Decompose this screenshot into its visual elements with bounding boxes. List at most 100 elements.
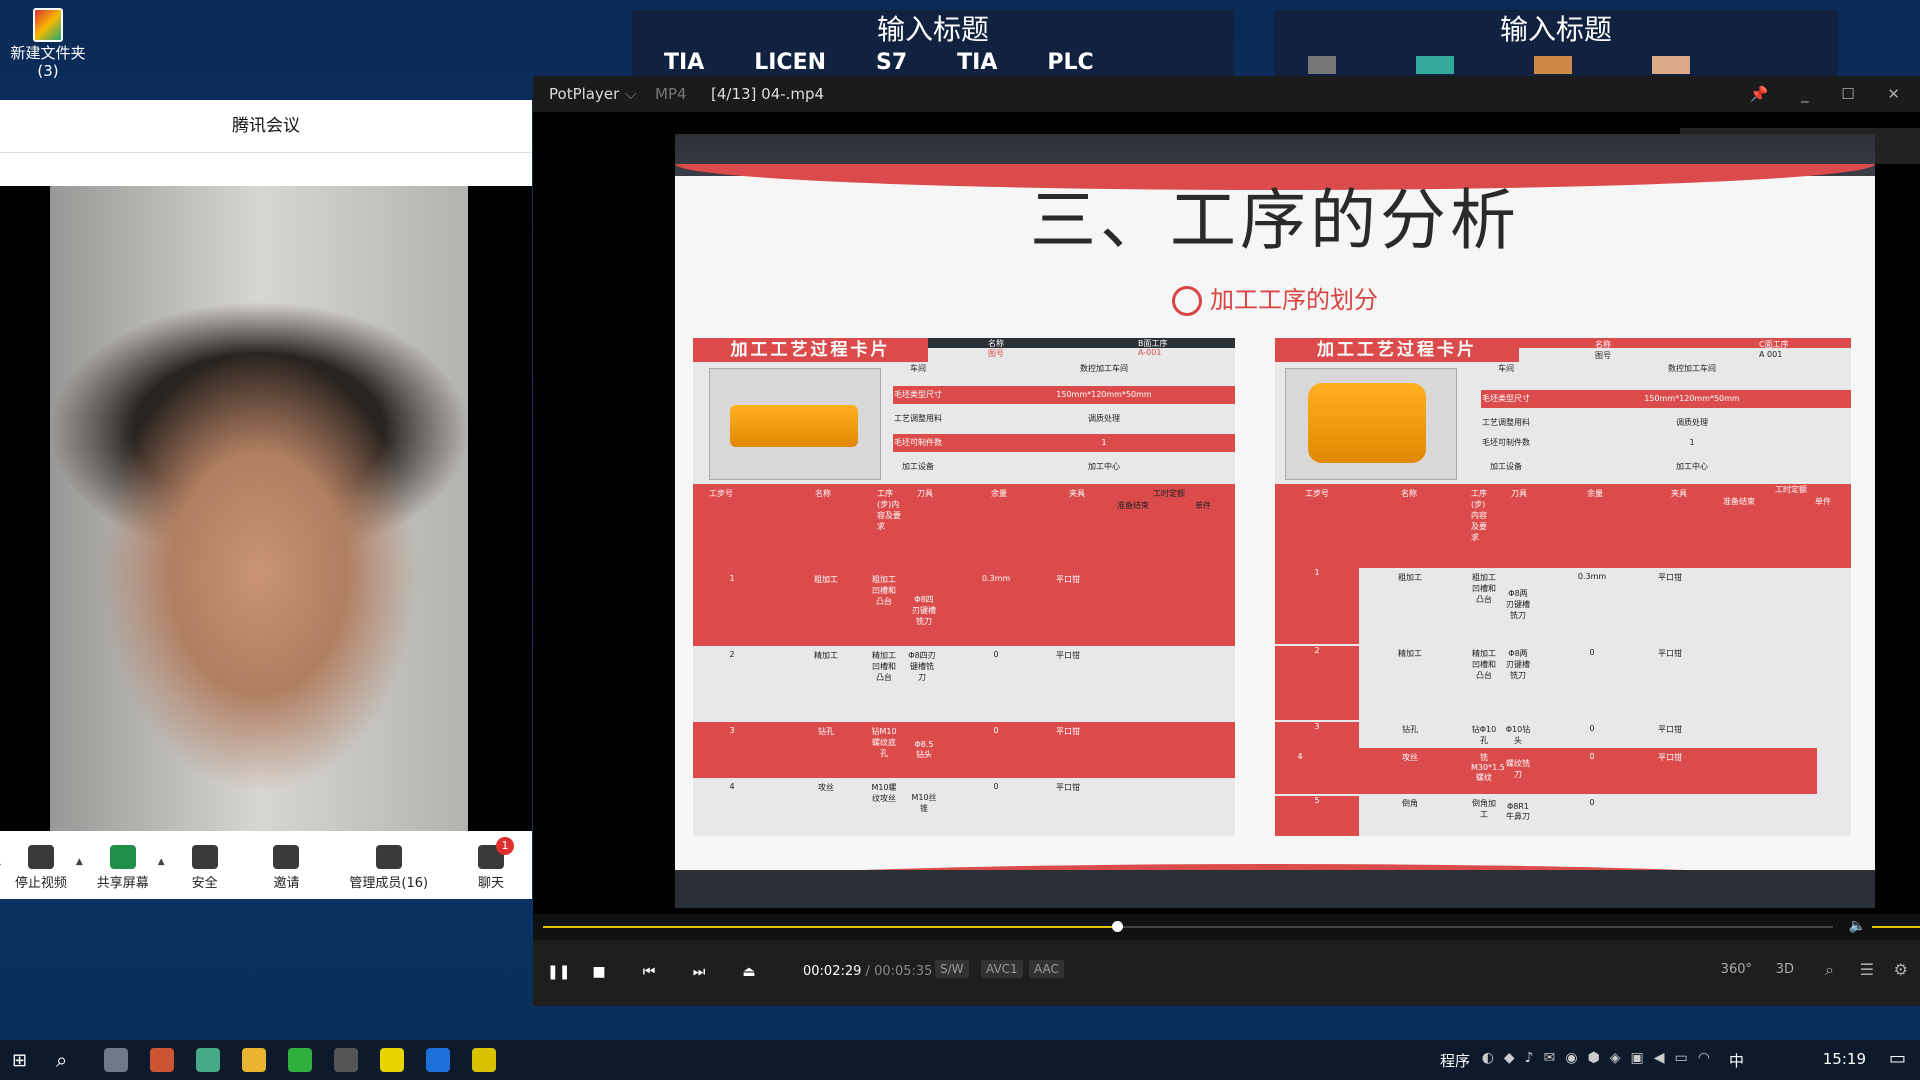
- table-row: 4 攻丝 M10螺纹攻丝 M10丝锥 0 平口钳: [693, 778, 1235, 836]
- gear-icon[interactable]: ⚙: [1894, 960, 1908, 979]
- background-window-2[interactable]: 输入标题: [1274, 10, 1838, 76]
- codec-tag[interactable]: S/W: [935, 960, 969, 978]
- caret-up-icon[interactable]: ▲: [0, 857, 1, 867]
- file-explorer-icon[interactable]: [242, 1048, 266, 1072]
- table-cell: 准备结束: [1117, 501, 1149, 510]
- seek-bar[interactable]: 🔈: [533, 914, 1920, 940]
- volume-slider[interactable]: [1872, 926, 1920, 928]
- codec-tag[interactable]: AAC: [1029, 960, 1064, 978]
- tray-program-label[interactable]: 程序: [1440, 1050, 1470, 1071]
- window-controls[interactable]: 📌 _ ☐ ✕: [1750, 76, 1915, 112]
- table-cell: 工步号: [709, 489, 733, 498]
- input-language[interactable]: 中: [1729, 1050, 1744, 1071]
- table-cell: 0: [993, 650, 999, 659]
- shield-icon: [191, 845, 218, 869]
- table-cell: 0: [1589, 648, 1595, 657]
- security-button[interactable]: ▲ 安全: [158, 845, 246, 891]
- table-cell: Φ8R1牛鼻刀: [1506, 802, 1530, 821]
- table-cell: 攻丝: [818, 783, 834, 792]
- add-user-icon: [273, 845, 300, 869]
- table-cell: 钻孔: [1402, 725, 1418, 734]
- info-row: 加工设备 加工中心: [1481, 458, 1851, 476]
- bg-tab[interactable]: TIA: [957, 50, 997, 74]
- caret-up-icon[interactable]: ▲: [76, 857, 83, 867]
- info-row: 毛坯可制件数 1: [1481, 434, 1851, 452]
- info-row: 加工设备 加工中心: [893, 458, 1235, 476]
- invite-label: 邀请: [273, 876, 300, 891]
- table-row: 5 倒角 倒角加工 Φ8R1牛鼻刀 0: [1275, 794, 1817, 836]
- search-icon[interactable]: ⌕: [56, 1048, 67, 1072]
- info-row: 毛坯可制件数 1: [893, 434, 1235, 452]
- stop-icon[interactable]: ■: [589, 962, 609, 982]
- tencent-meeting-icon[interactable]: [426, 1048, 450, 1072]
- table-cell: 2: [1275, 646, 1359, 720]
- next-icon[interactable]: ⏭: [689, 962, 709, 982]
- invite-button[interactable]: 邀请: [246, 845, 328, 891]
- player-app-menu[interactable]: PotPlayer: [549, 76, 619, 112]
- vr-360-button[interactable]: 360°: [1721, 962, 1752, 977]
- stop-video-button[interactable]: ▲ 停止视频: [0, 845, 82, 891]
- desktop-icon-label: 新建文件夹: [10, 44, 86, 62]
- meeting-header-strip: [0, 153, 532, 186]
- player-title-bar[interactable]: PotPlayer ⌵ MP4 [4/13] 04-.mp4 📌 _ ☐ ✕: [533, 76, 1920, 112]
- app-icon[interactable]: [150, 1048, 174, 1072]
- wechat-icon[interactable]: [288, 1048, 312, 1072]
- 3d-button[interactable]: 3D: [1776, 962, 1794, 977]
- table-cell: 粗加工: [814, 575, 838, 584]
- table-cell: Φ8四刃键槽铣刀: [912, 595, 936, 626]
- slide-subtitle: 加工工序的划分: [675, 280, 1875, 320]
- windows-start-icon[interactable]: ⊞: [12, 1050, 27, 1071]
- table-cell: 粗加工凹槽和凸台: [872, 575, 896, 606]
- share-screen-button[interactable]: ▲ 共享屏幕: [76, 845, 164, 891]
- notification-icon[interactable]: ▭: [1889, 1048, 1906, 1069]
- slide-bottom-band: [675, 870, 1875, 908]
- desktop-folder-icon[interactable]: 新建文件夹 (3): [4, 8, 92, 92]
- system-tray-icons[interactable]: ◐◆♪✉◉⬢◈▣◀▭◠: [1482, 1050, 1720, 1066]
- part-image: [1285, 368, 1457, 480]
- table-cell: 单件: [1195, 501, 1211, 510]
- search-icon[interactable]: ⌕: [1825, 960, 1834, 980]
- table-cell: 平口钳: [1056, 651, 1080, 660]
- table-cell: 毛坯类型尺寸: [1482, 394, 1530, 403]
- potplayer-icon[interactable]: [380, 1048, 404, 1072]
- table-cell: 2: [729, 650, 735, 659]
- info-row: 毛坯类型尺寸 150mm*120mm*50mm: [1481, 390, 1851, 408]
- table-cell: 数控加工车间: [1668, 364, 1716, 373]
- table-cell: 名称: [815, 489, 831, 498]
- meta-key: 名称: [1595, 340, 1611, 349]
- table-cell: 4: [1297, 752, 1303, 761]
- table-cell: 0: [993, 726, 999, 735]
- bg-tab[interactable]: TIA: [664, 50, 704, 74]
- chat-button[interactable]: 1 聊天: [450, 837, 532, 891]
- table-cell: 铣M30*1.5螺纹: [1471, 753, 1505, 782]
- meta-value: C面工序: [1759, 340, 1789, 349]
- background-window-1[interactable]: 输入标题 TIA LICEN S7 TIA PLC: [632, 10, 1234, 76]
- app-icon[interactable]: [196, 1048, 220, 1072]
- app-icon[interactable]: [104, 1048, 128, 1072]
- table-cell: 平口钳: [1658, 649, 1682, 658]
- clock[interactable]: 15:19: [1823, 1050, 1866, 1068]
- table-row: 1 粗加工 粗加工凹槽和凸台 Φ8四刃键槽铣刀 0.3mm 平口钳: [693, 570, 1235, 646]
- manage-members-button[interactable]: 管理成员(16): [327, 845, 450, 891]
- app-icon[interactable]: [472, 1048, 496, 1072]
- potplayer-window[interactable]: PotPlayer ⌵ MP4 [4/13] 04-.mp4 📌 _ ☐ ✕ 正…: [533, 76, 1920, 1006]
- volume-icon[interactable]: 🔈: [1849, 918, 1866, 934]
- dropdown-icon[interactable]: ⌵: [625, 76, 636, 112]
- time-total: 00:05:35: [874, 964, 933, 979]
- table-cell: 平口钳: [1658, 573, 1682, 582]
- app-icon[interactable]: [334, 1048, 358, 1072]
- table-cell: 车间: [1498, 364, 1514, 373]
- playlist-icon[interactable]: ☰: [1860, 960, 1874, 979]
- bg-tab[interactable]: S7: [876, 50, 907, 74]
- eject-icon[interactable]: ⏏: [739, 962, 759, 982]
- pause-icon[interactable]: ❚❚: [547, 962, 570, 982]
- bg-tab[interactable]: PLC: [1047, 50, 1093, 74]
- previous-icon[interactable]: ⏮: [639, 962, 659, 982]
- seek-handle[interactable]: [1112, 921, 1124, 932]
- table-cell: 车间: [910, 364, 926, 373]
- meta-value: A-001: [1138, 348, 1162, 357]
- bg-tab[interactable]: LICEN: [754, 50, 826, 74]
- info-row: 车间 数控加工车间: [1481, 360, 1851, 378]
- caret-up-icon[interactable]: ▲: [158, 857, 165, 867]
- codec-tag[interactable]: AVC1: [981, 960, 1023, 978]
